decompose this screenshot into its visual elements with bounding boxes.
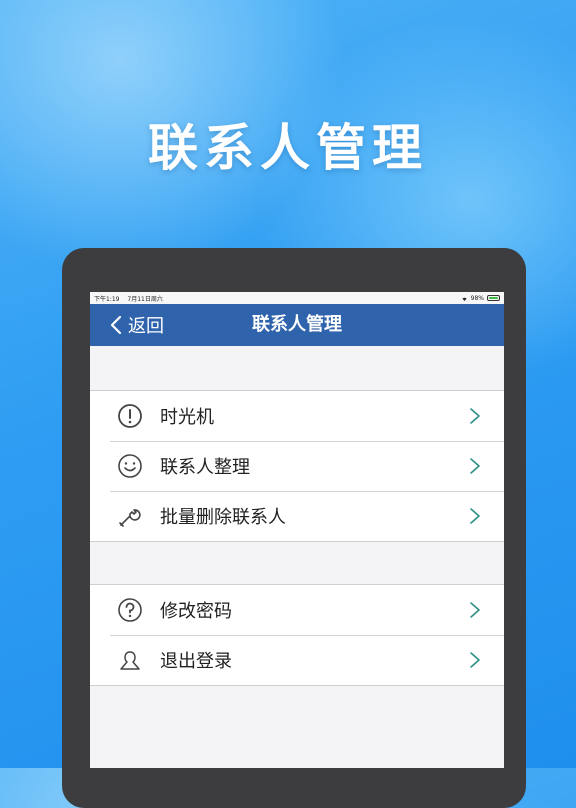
chevron-left-icon bbox=[110, 315, 122, 335]
back-button[interactable]: 返回 bbox=[110, 304, 164, 346]
smiley-face-icon bbox=[118, 454, 142, 478]
exclamation-circle-icon bbox=[118, 404, 142, 428]
question-circle-icon bbox=[118, 598, 142, 622]
status-time: 下午1:19 bbox=[94, 295, 120, 303]
list-item-change-password[interactable]: 修改密码 bbox=[90, 585, 504, 635]
battery-icon bbox=[487, 295, 500, 301]
chevron-right-icon bbox=[470, 408, 480, 424]
list-item-logout[interactable]: 退出登录 bbox=[90, 635, 504, 685]
chevron-right-icon bbox=[470, 602, 480, 618]
list-item-label: 退出登录 bbox=[160, 651, 232, 672]
battery-percent: 98% bbox=[470, 294, 484, 302]
status-date: 7月11日周六 bbox=[127, 295, 163, 303]
chevron-right-icon bbox=[470, 652, 480, 668]
wrench-icon bbox=[119, 509, 141, 527]
list-item-label: 时光机 bbox=[160, 407, 214, 428]
promo-title: 联系人管理 bbox=[148, 119, 428, 177]
list-item-time-machine[interactable]: 时光机 bbox=[90, 391, 504, 441]
chevron-right-icon bbox=[470, 508, 480, 524]
back-label: 返回 bbox=[128, 316, 164, 337]
list-item-batch-delete[interactable]: 批量删除联系人 bbox=[90, 491, 504, 541]
list-item-label: 联系人整理 bbox=[160, 457, 250, 478]
list-item-label: 修改密码 bbox=[160, 601, 232, 622]
person-outline-icon bbox=[120, 651, 140, 670]
list-item-organize-contacts[interactable]: 联系人整理 bbox=[90, 441, 504, 491]
app-screen: 下午1:19 7月11日周六 98% 联系人管理 返回 时光机 联系人整理 批量… bbox=[90, 292, 504, 768]
chevron-right-icon bbox=[470, 458, 480, 474]
settings-group-2: 修改密码 退出登录 bbox=[90, 584, 504, 686]
list-item-label: 批量删除联系人 bbox=[160, 507, 286, 528]
navigation-bar: 联系人管理 返回 bbox=[90, 304, 504, 346]
settings-group-1: 时光机 联系人整理 批量删除联系人 bbox=[90, 390, 504, 542]
wifi-icon bbox=[462, 297, 467, 301]
status-bar: 下午1:19 7月11日周六 98% bbox=[90, 292, 504, 304]
